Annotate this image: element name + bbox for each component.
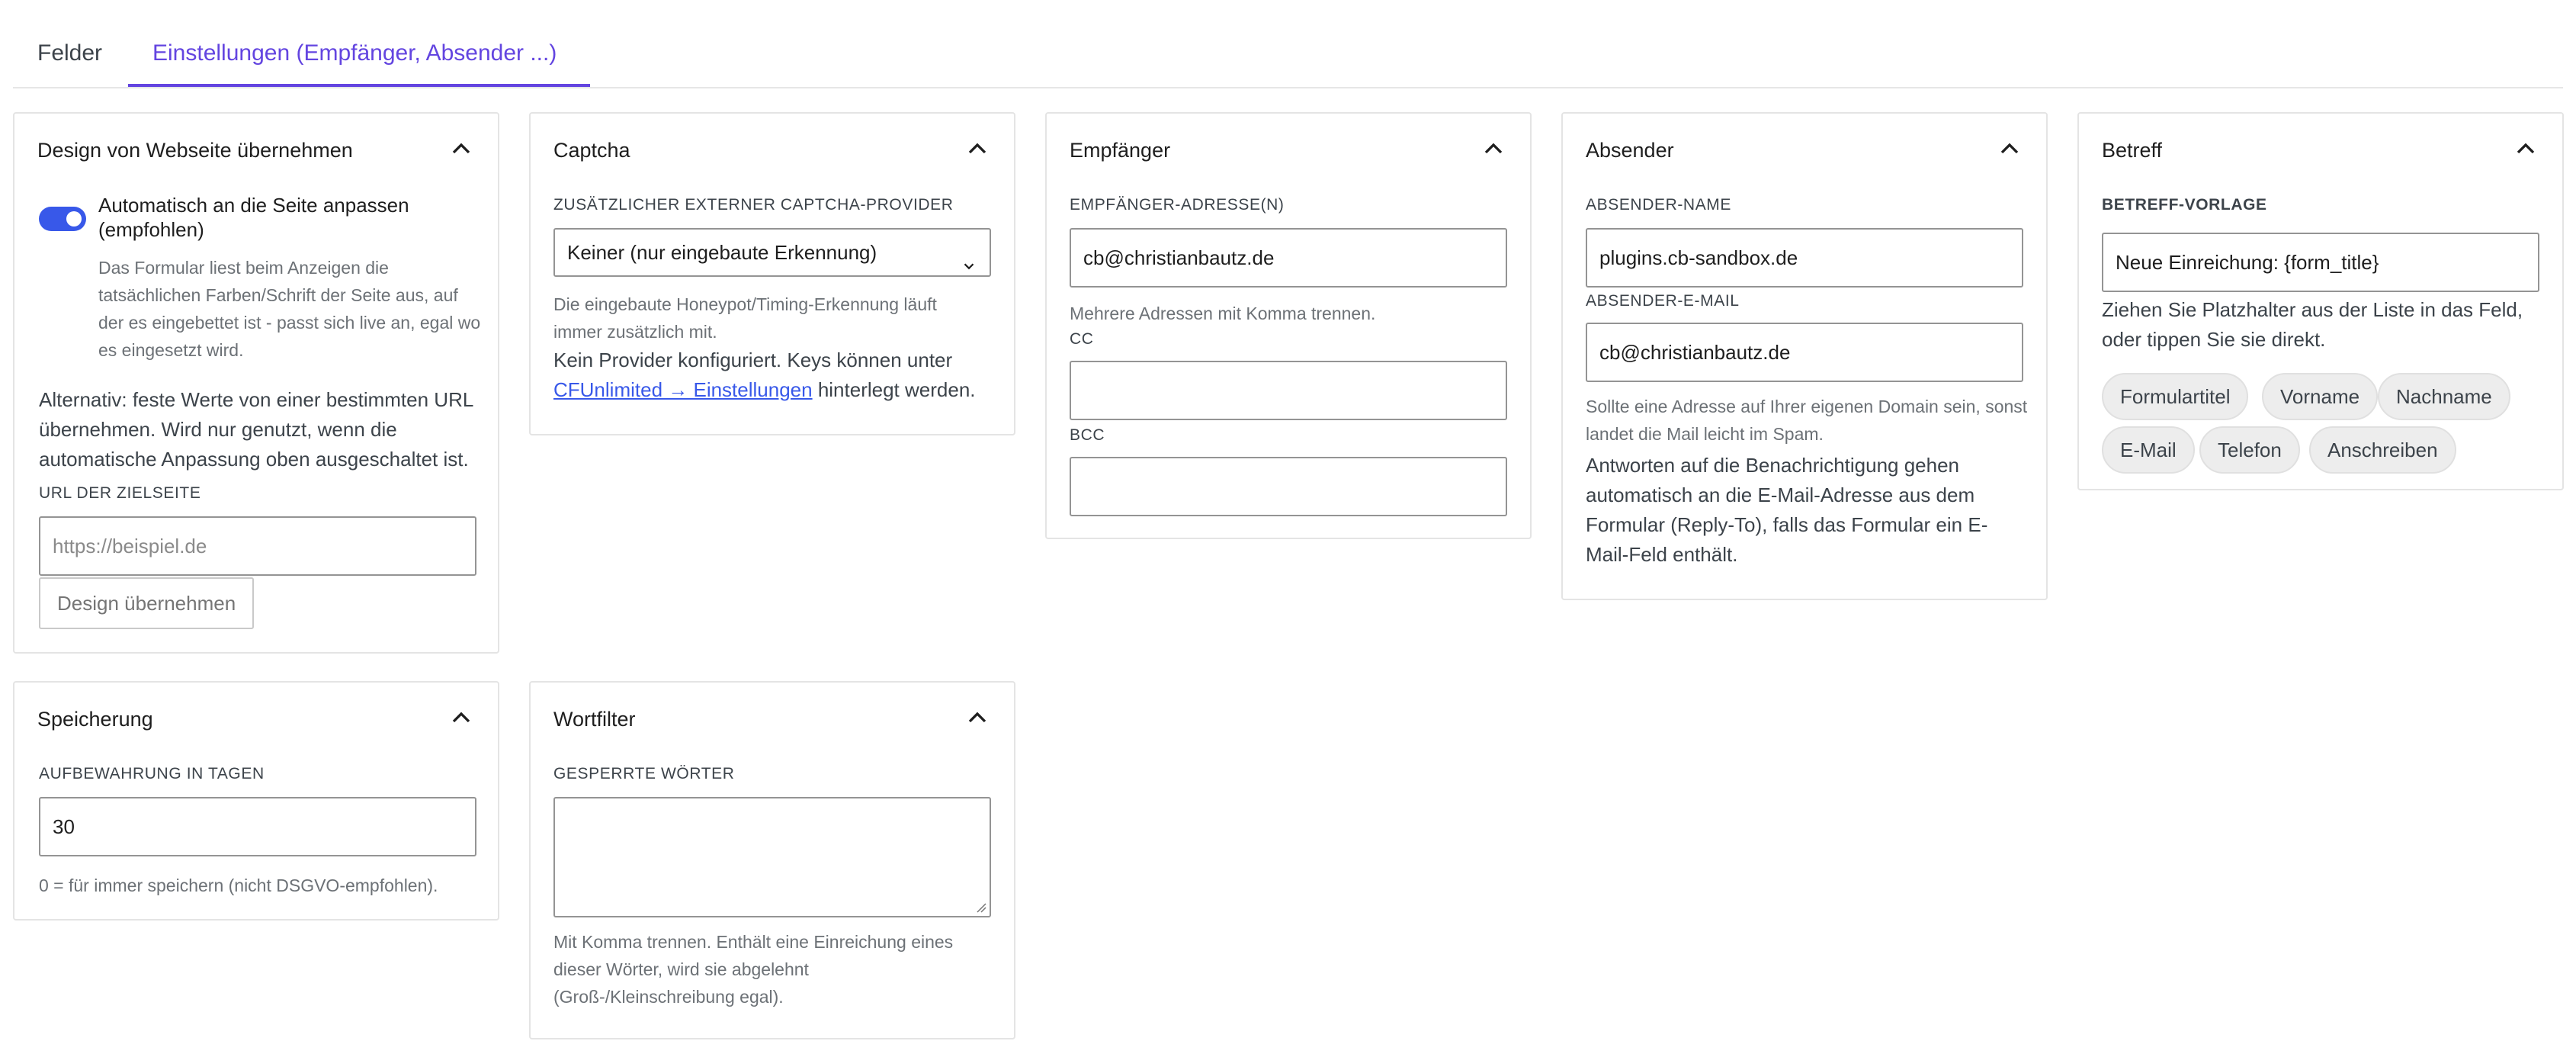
blocked-words-help: Mit Komma trennen. Enthält eine Einreich… <box>553 932 954 1007</box>
chevron-up-icon[interactable] <box>2510 133 2541 164</box>
sender-email-label: Absender-E-Mail <box>1586 292 1740 310</box>
placeholder-chip-email[interactable]: E-Mail <box>2102 426 2195 474</box>
captcha-panel: Captcha Zusätzlicher externer Captcha-Pr… <box>529 112 1015 435</box>
cc-label: CC <box>1070 330 1094 348</box>
auto-design-toggle[interactable] <box>39 207 86 231</box>
chevron-up-icon[interactable] <box>962 702 993 733</box>
chevron-up-icon[interactable] <box>1478 133 1509 164</box>
placeholder-chip-formulartitel[interactable]: Formulartitel <box>2102 373 2249 420</box>
placeholder-chip-vorname[interactable]: Vorname <box>2262 373 2379 420</box>
captcha-provider-select[interactable]: Keiner (nur eingebaute Erkennung) <box>553 228 991 277</box>
captcha-note-prefix: Kein Provider konfiguriert. Keys können … <box>553 349 953 371</box>
captcha-note: Kein Provider konfiguriert. Keys können … <box>553 345 996 405</box>
blocked-words-label: Gesperrte Wörter <box>553 765 735 782</box>
bcc-label: BCC <box>1070 426 1105 444</box>
cc-input[interactable] <box>1070 361 1507 420</box>
sender-email-input[interactable]: cb@christianbautz.de <box>1586 323 2023 382</box>
blocked-words-textarea[interactable] <box>553 797 991 917</box>
sender-panel-title: Absender <box>1586 139 1674 162</box>
wordfilter-panel-title: Wortfilter <box>553 708 636 731</box>
subject-template-label: Betreff-Vorlage <box>2102 196 2267 214</box>
placeholder-chip-nachname[interactable]: Nachname <box>2378 373 2510 420</box>
placeholder-chip-telefon[interactable]: Telefon <box>2199 426 2300 474</box>
sender-panel: Absender Absender-Name plugins.cb-sandbo… <box>1561 112 2048 600</box>
sender-name-label: Absender-Name <box>1586 196 1731 214</box>
tab-einstellungen[interactable]: Einstellungen (Empfänger, Absender ...) <box>152 38 557 69</box>
retention-input[interactable]: 30 <box>39 797 476 856</box>
captcha-provider-value: Keiner (nur eingebaute Erkennung) <box>567 241 877 264</box>
subject-panel: Betreff Betreff-Vorlage Neue Einreichung… <box>2077 112 2564 490</box>
subject-panel-title: Betreff <box>2102 139 2163 162</box>
storage-panel: Speicherung Aufbewahrung in Tagen 30 0 =… <box>13 681 499 921</box>
retention-help: 0 = für immer speichern (nicht DSGVO-emp… <box>39 876 438 895</box>
chevron-up-icon[interactable] <box>446 133 476 164</box>
subject-help: Ziehen Sie Platzhalter aus der Liste in … <box>2102 298 2523 351</box>
chevron-up-icon[interactable] <box>446 702 476 733</box>
placeholder-chip-anschreiben[interactable]: Anschreiben <box>2309 426 2456 474</box>
design-panel-title: Design von Webseite übernehmen <box>37 139 353 162</box>
captcha-provider-label: Zusätzlicher externer Captcha-Provider <box>553 196 954 214</box>
alternative-text: Alternativ: feste Werte von einer bestim… <box>39 388 473 471</box>
chevron-up-icon[interactable] <box>1994 133 2025 164</box>
reply-to-note: Antworten auf die Benachrichtigung gehen… <box>1586 454 1988 566</box>
captcha-help: Die eingebaute Honeypot/Timing-Erkennung… <box>553 294 937 342</box>
captcha-note-suffix: hinterlegt werden. <box>812 378 976 401</box>
subject-template-input[interactable]: Neue Einreichung: {form_title} <box>2102 233 2539 292</box>
auto-design-toggle-label: Automatisch an die Seite anpassen (empfo… <box>98 194 409 241</box>
recipient-panel: Empfänger Empfänger-Adresse(n) cb@christ… <box>1045 112 1532 539</box>
sender-email-help: Sollte eine Adresse auf Ihrer eigenen Do… <box>1586 397 2028 444</box>
url-input[interactable]: https://beispiel.de <box>39 516 476 576</box>
active-tab-indicator <box>128 84 590 87</box>
tab-felder[interactable]: Felder <box>37 38 102 69</box>
recipient-panel-title: Empfänger <box>1070 139 1171 162</box>
auto-design-help: Das Formular liest beim Anzeigen die tat… <box>98 258 481 360</box>
wordfilter-panel: Wortfilter Gesperrte Wörter Mit Komma tr… <box>529 681 1015 1039</box>
resize-handle-icon[interactable] <box>976 902 986 913</box>
storage-panel-title: Speicherung <box>37 708 153 731</box>
bcc-input[interactable] <box>1070 457 1507 516</box>
chevron-up-icon[interactable] <box>962 133 993 164</box>
sender-name-input[interactable]: plugins.cb-sandbox.de <box>1586 228 2023 288</box>
design-apply-button[interactable]: Design übernehmen <box>39 577 255 629</box>
design-panel: Design von Webseite übernehmen Automatis… <box>13 112 499 654</box>
captcha-panel-title: Captcha <box>553 139 630 162</box>
url-label: URL der Zielseite <box>39 484 201 502</box>
recipient-address-input[interactable]: cb@christianbautz.de <box>1070 228 1507 288</box>
chevron-down-icon <box>961 245 977 270</box>
retention-label: Aufbewahrung in Tagen <box>39 765 265 782</box>
tab-bar: Felder Einstellungen (Empfänger, Absende… <box>13 21 2563 88</box>
recipient-address-label: Empfänger-Adresse(n) <box>1070 196 1285 214</box>
captcha-settings-link[interactable]: CFUnlimited → Einstellungen <box>553 378 813 401</box>
recipient-address-help: Mehrere Adressen mit Komma trennen. <box>1070 304 1376 323</box>
